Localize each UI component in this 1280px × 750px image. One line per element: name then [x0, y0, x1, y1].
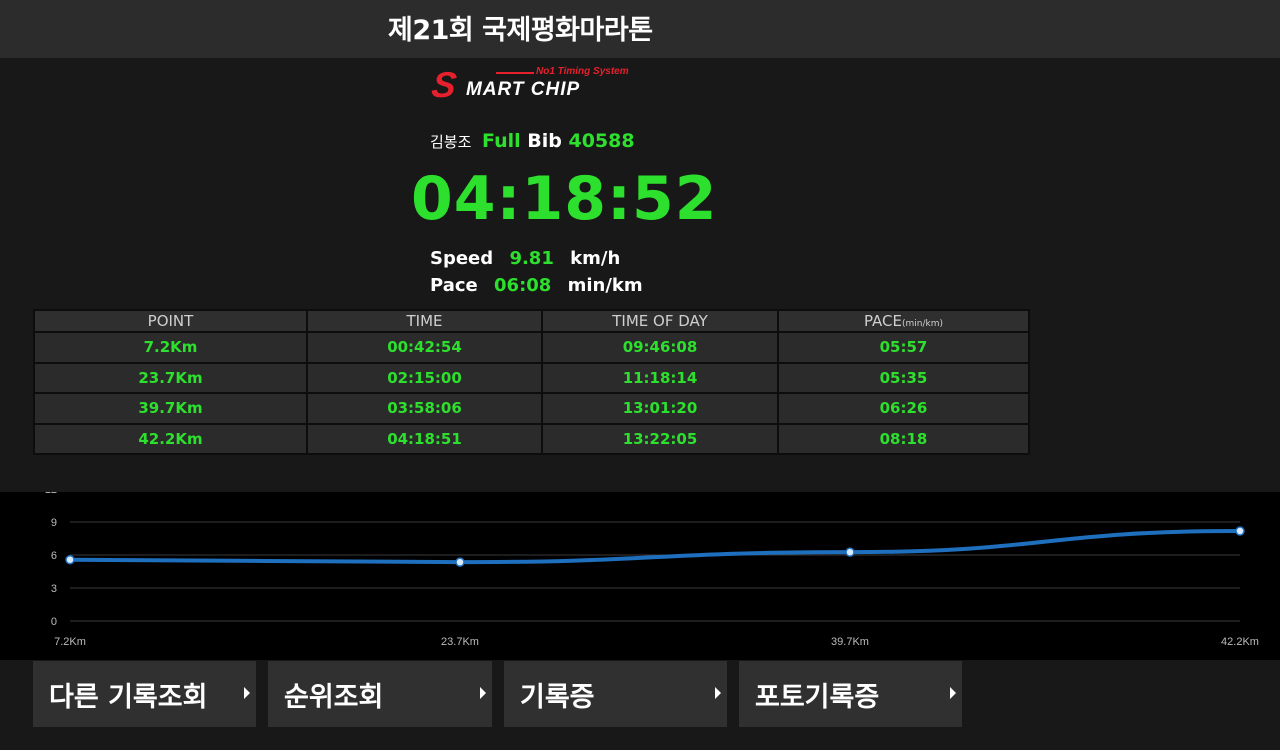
table-row: 39.7Km 03:58:06 13:01:20 06:26 [33, 392, 1030, 425]
x-tick-label: 42.2Km [1221, 636, 1259, 648]
ranking-button[interactable]: 순위조회 [268, 661, 492, 727]
bib-label: Bib [527, 130, 562, 152]
speed-value: 9.81 [509, 248, 554, 269]
cell-point: 7.2Km [33, 331, 308, 364]
cell-point: 23.7Km [33, 361, 308, 394]
table-row: 23.7Km 02:15:00 11:18:14 05:35 [33, 361, 1030, 394]
certificate-button[interactable]: 기록증 [504, 661, 727, 727]
chevron-right-icon [715, 687, 721, 699]
x-tick-label: 23.7Km [441, 636, 479, 648]
splits-header-row: POINT TIME TIME OF DAY PACE(min/km) [33, 309, 1030, 333]
pace-chart: 0 3 6 9 12 7.2Km 23.7Km 39.7Km 42.2Km [0, 492, 1280, 660]
cell-time: 04:18:51 [306, 422, 543, 455]
pace-value: 06:08 [494, 275, 552, 296]
data-point [65, 554, 75, 565]
bib-number: 40588 [568, 130, 635, 152]
cell-time: 02:15:00 [306, 361, 543, 394]
cell-pace: 05:35 [777, 361, 1030, 394]
header-pace: PACE(min/km) [777, 309, 1030, 333]
speed-row: Speed 9.81 km/h [430, 248, 630, 272]
header-pace-unit: (min/km) [902, 319, 944, 329]
x-tick-label: 39.7Km [831, 636, 869, 648]
header-pace-label: PACE [863, 312, 903, 330]
table-row: 7.2Km 00:42:54 09:46:08 05:57 [33, 331, 1030, 364]
ranking-label: 순위조회 [284, 681, 384, 713]
cell-pace: 05:57 [777, 331, 1030, 364]
other-record-search-button[interactable]: 다른 기록조회 [33, 661, 256, 727]
splits-table: POINT TIME TIME OF DAY PACE(min/km) 7.2K… [33, 309, 1030, 455]
pace-label: Pace [430, 275, 478, 296]
logo-stripe [496, 72, 534, 74]
speed-label: Speed [430, 248, 494, 269]
header-point: POINT [33, 309, 308, 333]
photo-certificate-label: 포토기록증 [755, 681, 880, 713]
y-tick-label: 12 [45, 492, 57, 496]
cell-pace: 06:26 [777, 392, 1030, 425]
y-tick-label: 6 [51, 550, 57, 562]
x-tick-label: 7.2Km [54, 636, 86, 648]
chevron-right-icon [950, 687, 956, 699]
other-record-search-label: 다른 기록조회 [49, 681, 208, 713]
page-title: 제21회 국제평화마라톤 [388, 15, 653, 46]
y-tick-label: 9 [51, 517, 57, 529]
photo-certificate-button[interactable]: 포토기록증 [739, 661, 962, 727]
pace-row: Pace 06:08 min/km [430, 275, 653, 299]
pace-chart-svg: 0 3 6 9 12 7.2Km 23.7Km 39.7Km 42.2Km [45, 492, 1259, 648]
runner-name: 김봉조 [430, 133, 472, 151]
cell-pace: 08:18 [777, 422, 1030, 455]
certificate-label: 기록증 [520, 681, 595, 713]
cell-time-of-day: 13:22:05 [541, 422, 779, 455]
data-point [1235, 526, 1245, 536]
cell-time-of-day: 11:18:14 [541, 361, 779, 394]
speed-unit: km/h [570, 248, 621, 269]
runner-info: 김봉조 Full Bib 40588 [430, 130, 635, 154]
chevron-right-icon [244, 687, 250, 699]
smartchip-logo: No1 Timing System S MART CHIP [429, 64, 632, 106]
cell-point: 42.2Km [33, 422, 308, 455]
header-time-of-day: TIME OF DAY [541, 309, 779, 333]
header-time: TIME [306, 309, 543, 333]
cell-time-of-day: 09:46:08 [541, 331, 779, 364]
cell-time: 03:58:06 [306, 392, 543, 425]
logo-tagline: No1 Timing System [536, 66, 629, 77]
logo-wordmark: MART CHIP [466, 79, 581, 100]
y-tick-label: 0 [51, 616, 57, 628]
record-page: 제21회 국제평화마라톤 No1 Timing System S MART CH… [0, 0, 1280, 750]
logo-letter: S [429, 64, 459, 105]
series-line [69, 529, 1241, 565]
finish-time: 04:18:52 [411, 164, 718, 234]
data-point [455, 557, 465, 567]
y-tick-label: 3 [51, 583, 57, 595]
course-label: Full [482, 130, 521, 152]
cell-time-of-day: 13:01:20 [541, 392, 779, 425]
cell-point: 39.7Km [33, 392, 308, 425]
table-row: 42.2Km 04:18:51 13:22:05 08:18 [33, 422, 1030, 455]
pace-unit: min/km [567, 275, 643, 296]
chevron-right-icon [480, 687, 486, 699]
data-point [845, 547, 855, 557]
cell-time: 00:42:54 [306, 331, 543, 364]
header-bar: 제21회 국제평화마라톤 [0, 0, 1280, 58]
